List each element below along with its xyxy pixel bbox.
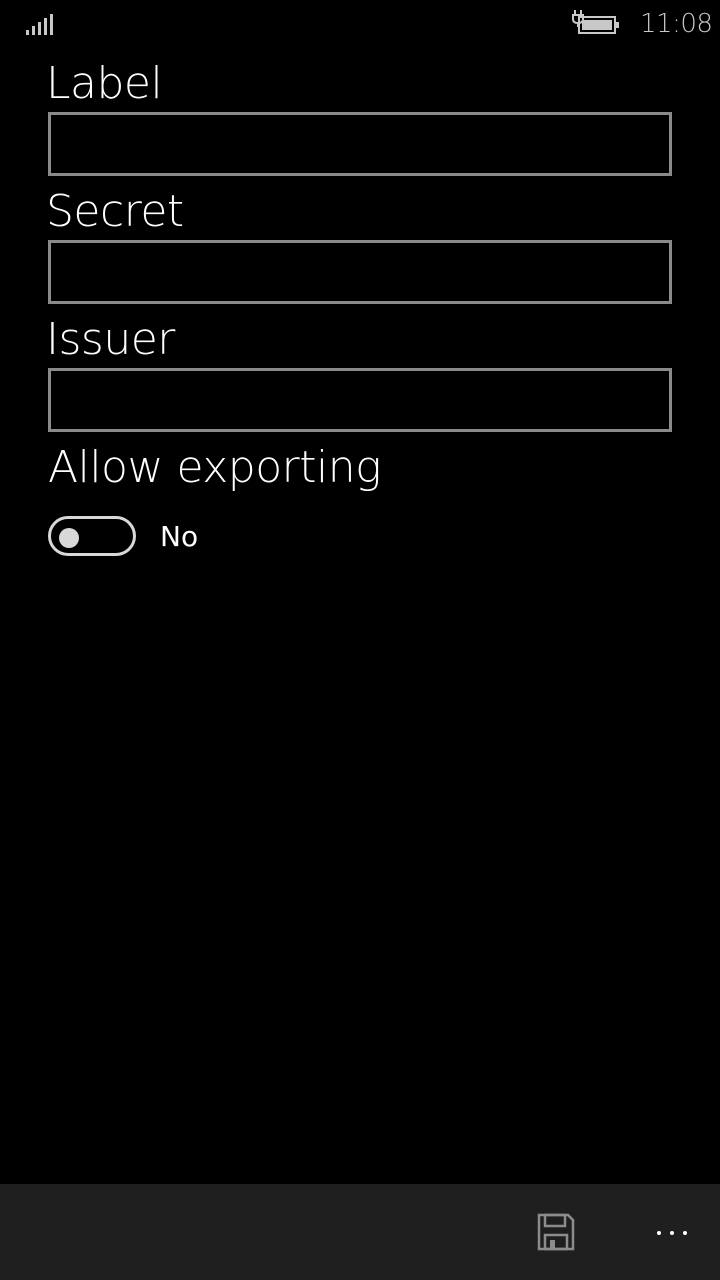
save-button[interactable] [532, 1206, 580, 1258]
clock: 11:08 [640, 9, 713, 39]
save-icon [537, 1213, 575, 1251]
app-bar [0, 1184, 720, 1280]
allow-exporting-caption: Allow exporting [48, 442, 381, 493]
issuer-field-caption: Issuer [46, 314, 175, 365]
add-entry-screen: 11:08 Label Secret Issuer Allow exportin… [0, 0, 720, 1280]
signal-bars-icon [26, 14, 53, 35]
issuer-input[interactable] [48, 368, 672, 432]
label-input[interactable] [48, 112, 672, 176]
secret-field-caption: Secret [46, 186, 184, 237]
allow-exporting-toggle[interactable] [48, 516, 136, 556]
ellipsis-dot [683, 1231, 687, 1235]
ellipsis-dot [670, 1231, 674, 1235]
label-field-caption: Label [46, 58, 163, 109]
secret-input[interactable] [48, 240, 672, 304]
ellipsis-icon [657, 1231, 661, 1235]
status-bar: 11:08 [0, 0, 720, 48]
allow-exporting-state-label: No [160, 520, 199, 553]
more-options-button[interactable] [648, 1206, 696, 1258]
toggle-knob [59, 528, 79, 548]
battery-charging-icon [572, 10, 619, 34]
